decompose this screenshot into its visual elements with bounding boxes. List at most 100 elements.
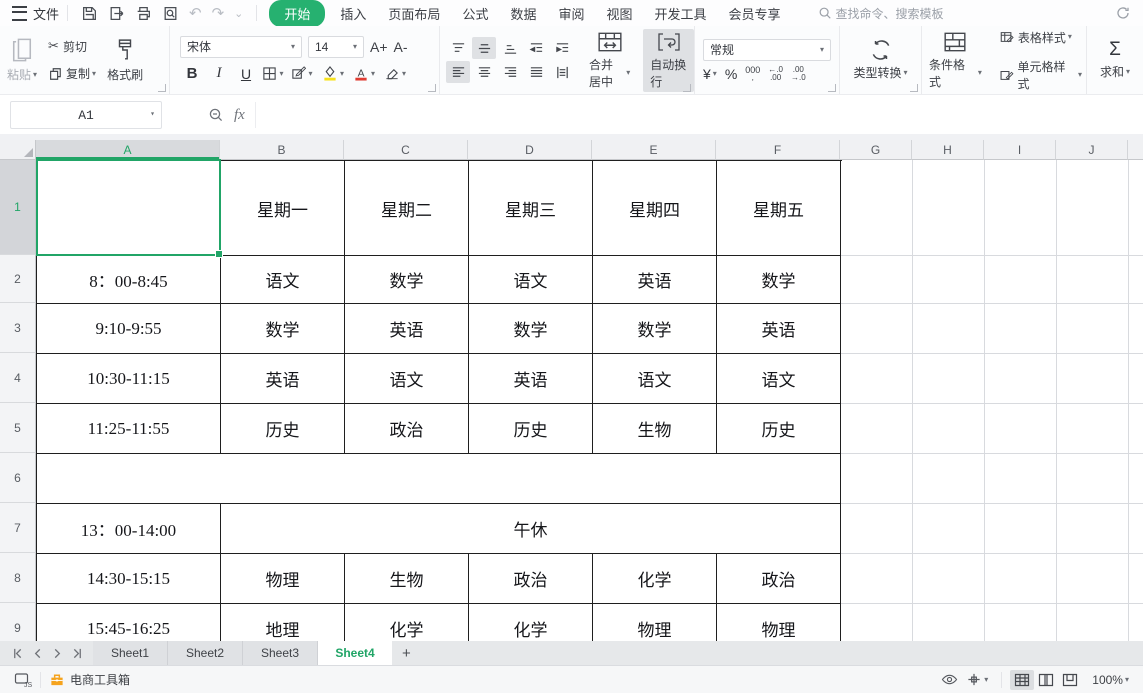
row-header-7[interactable]: 7 [0,503,36,553]
grow-font-button[interactable]: A+ [370,39,388,55]
row-header-6[interactable]: 6 [0,453,36,503]
cell-f2[interactable]: 数学 [717,256,841,304]
cell-c3[interactable]: 英语 [345,304,469,354]
column-header-g[interactable]: G [840,140,912,160]
page-break-view-button[interactable] [1058,670,1082,690]
bold-button[interactable]: B [180,63,204,85]
cell-b7-f7-merged[interactable]: 午休 [221,504,841,554]
cell-e2[interactable]: 英语 [593,256,717,304]
section-expand-icon[interactable] [428,84,436,92]
redo-button[interactable]: ↷ [207,4,230,22]
table-style-button[interactable]: 表格样式 ▾ [995,26,1086,49]
column-header-j[interactable]: J [1056,140,1128,160]
cell-a9[interactable]: 15:45-16:25 [37,604,221,641]
currency-button[interactable]: ¥▾ [703,66,717,82]
print-button[interactable] [130,3,157,24]
format-painter-button[interactable]: 格式刷 [100,35,150,85]
column-header-i[interactable]: I [984,140,1056,160]
thousands-separator-button[interactable]: 000 , [745,66,760,82]
align-bottom-button[interactable] [498,37,522,59]
cell-style-button[interactable]: 单元格样式 ▾ [995,55,1086,95]
zoom-level-button[interactable]: 100% ▾ [1092,673,1129,687]
tab-home[interactable]: 开始 [269,0,325,27]
cell-a7[interactable]: 13：00-14:00 [37,504,221,554]
percent-button[interactable]: % [725,66,737,82]
eye-protection-button[interactable] [937,670,961,690]
quick-locate-button[interactable]: ▾ [961,670,993,690]
undo-button[interactable]: ↶ [184,4,207,22]
name-box[interactable]: A1 ▾ [10,101,162,129]
cell-e8[interactable]: 化学 [593,554,717,604]
increase-decimal-button[interactable]: ←.0 .00 [768,66,783,82]
cell-c5[interactable]: 政治 [345,404,469,454]
sheet-tab-sheet3[interactable]: Sheet3 [243,641,318,665]
quick-access-chevron-icon[interactable]: ⌄ [229,7,248,20]
column-header-a[interactable]: A [36,140,220,160]
cell-b4[interactable]: 英语 [221,354,345,404]
export-button[interactable] [103,3,130,24]
column-header-partial[interactable] [1128,140,1143,160]
column-header-f[interactable]: F [716,140,840,160]
prev-sheet-icon[interactable] [32,648,43,659]
cell-f8[interactable]: 政治 [717,554,841,604]
column-header-h[interactable]: H [912,140,984,160]
tab-data[interactable]: 数据 [499,1,547,26]
sum-button[interactable]: Σ 求和▾ [1093,38,1137,82]
column-header-e[interactable]: E [592,140,716,160]
justify-button[interactable] [524,61,548,83]
cut-button[interactable]: ✂ 剪切 [44,35,100,58]
column-header-c[interactable]: C [344,140,468,160]
number-format-select[interactable]: 常规 ▾ [703,39,831,61]
align-right-button[interactable] [498,61,522,83]
merge-center-button[interactable]: 合并居中▾ [582,29,637,92]
row-header-4[interactable]: 4 [0,353,36,403]
column-header-b[interactable]: B [220,140,344,160]
row-header-3[interactable]: 3 [0,303,36,353]
tab-view[interactable]: 视图 [595,1,643,26]
sheet-tab-sheet2[interactable]: Sheet2 [168,641,243,665]
clear-format-button[interactable]: ▾ [381,63,409,85]
cell-a5[interactable]: 11:25-11:55 [37,404,221,454]
section-expand-icon[interactable] [158,84,166,92]
cell-e4[interactable]: 语文 [593,354,717,404]
sheet-tab-sheet4[interactable]: Sheet4 [318,641,392,665]
cell-c2[interactable]: 数学 [345,256,469,304]
cell-a2[interactable]: 8：00-8:45 [37,256,221,304]
cell-a1[interactable] [37,161,221,256]
cell-e3[interactable]: 数学 [593,304,717,354]
tab-insert[interactable]: 插入 [329,1,377,26]
tab-member[interactable]: 会员专享 [718,1,792,26]
font-name-select[interactable]: 宋体 ▾ [180,36,302,58]
cell-b8[interactable]: 物理 [221,554,345,604]
cell-d2[interactable]: 语文 [469,256,593,304]
copy-button[interactable]: 复制 ▾ [44,62,100,85]
row-header-1[interactable]: 1 [0,160,36,255]
cell-f3[interactable]: 英语 [717,304,841,354]
tab-page-layout[interactable]: 页面布局 [377,1,451,26]
align-left-button[interactable] [446,61,470,83]
cell-e5[interactable]: 生物 [593,404,717,454]
align-center-button[interactable] [472,61,496,83]
fill-color-button[interactable]: ▾ [319,63,347,85]
hamburger-icon[interactable] [12,6,27,21]
align-middle-button[interactable] [472,37,496,59]
cell-e9[interactable]: 物理 [593,604,717,641]
borders-button[interactable]: ▾ [261,63,285,85]
cell-f5[interactable]: 历史 [717,404,841,454]
increase-indent-button[interactable] [550,37,574,59]
print-preview-button[interactable] [157,3,184,24]
section-expand-icon[interactable] [828,84,836,92]
select-all-button[interactable] [0,140,36,160]
type-convert-button[interactable]: 类型转换▾ [846,37,914,83]
cell-f4[interactable]: 语文 [717,354,841,404]
sheet-tab-sheet1[interactable]: Sheet1 [93,641,168,665]
italic-button[interactable]: I [207,63,231,85]
align-top-button[interactable] [446,37,470,59]
underline-button[interactable]: U [234,63,258,85]
cell-c9[interactable]: 化学 [345,604,469,641]
cell-b5[interactable]: 历史 [221,404,345,454]
cell-d5[interactable]: 历史 [469,404,593,454]
conditional-format-button[interactable]: 条件格式▾ [922,29,989,92]
section-expand-icon[interactable] [683,84,691,92]
cell-a6-f6-merged[interactable] [37,454,841,504]
